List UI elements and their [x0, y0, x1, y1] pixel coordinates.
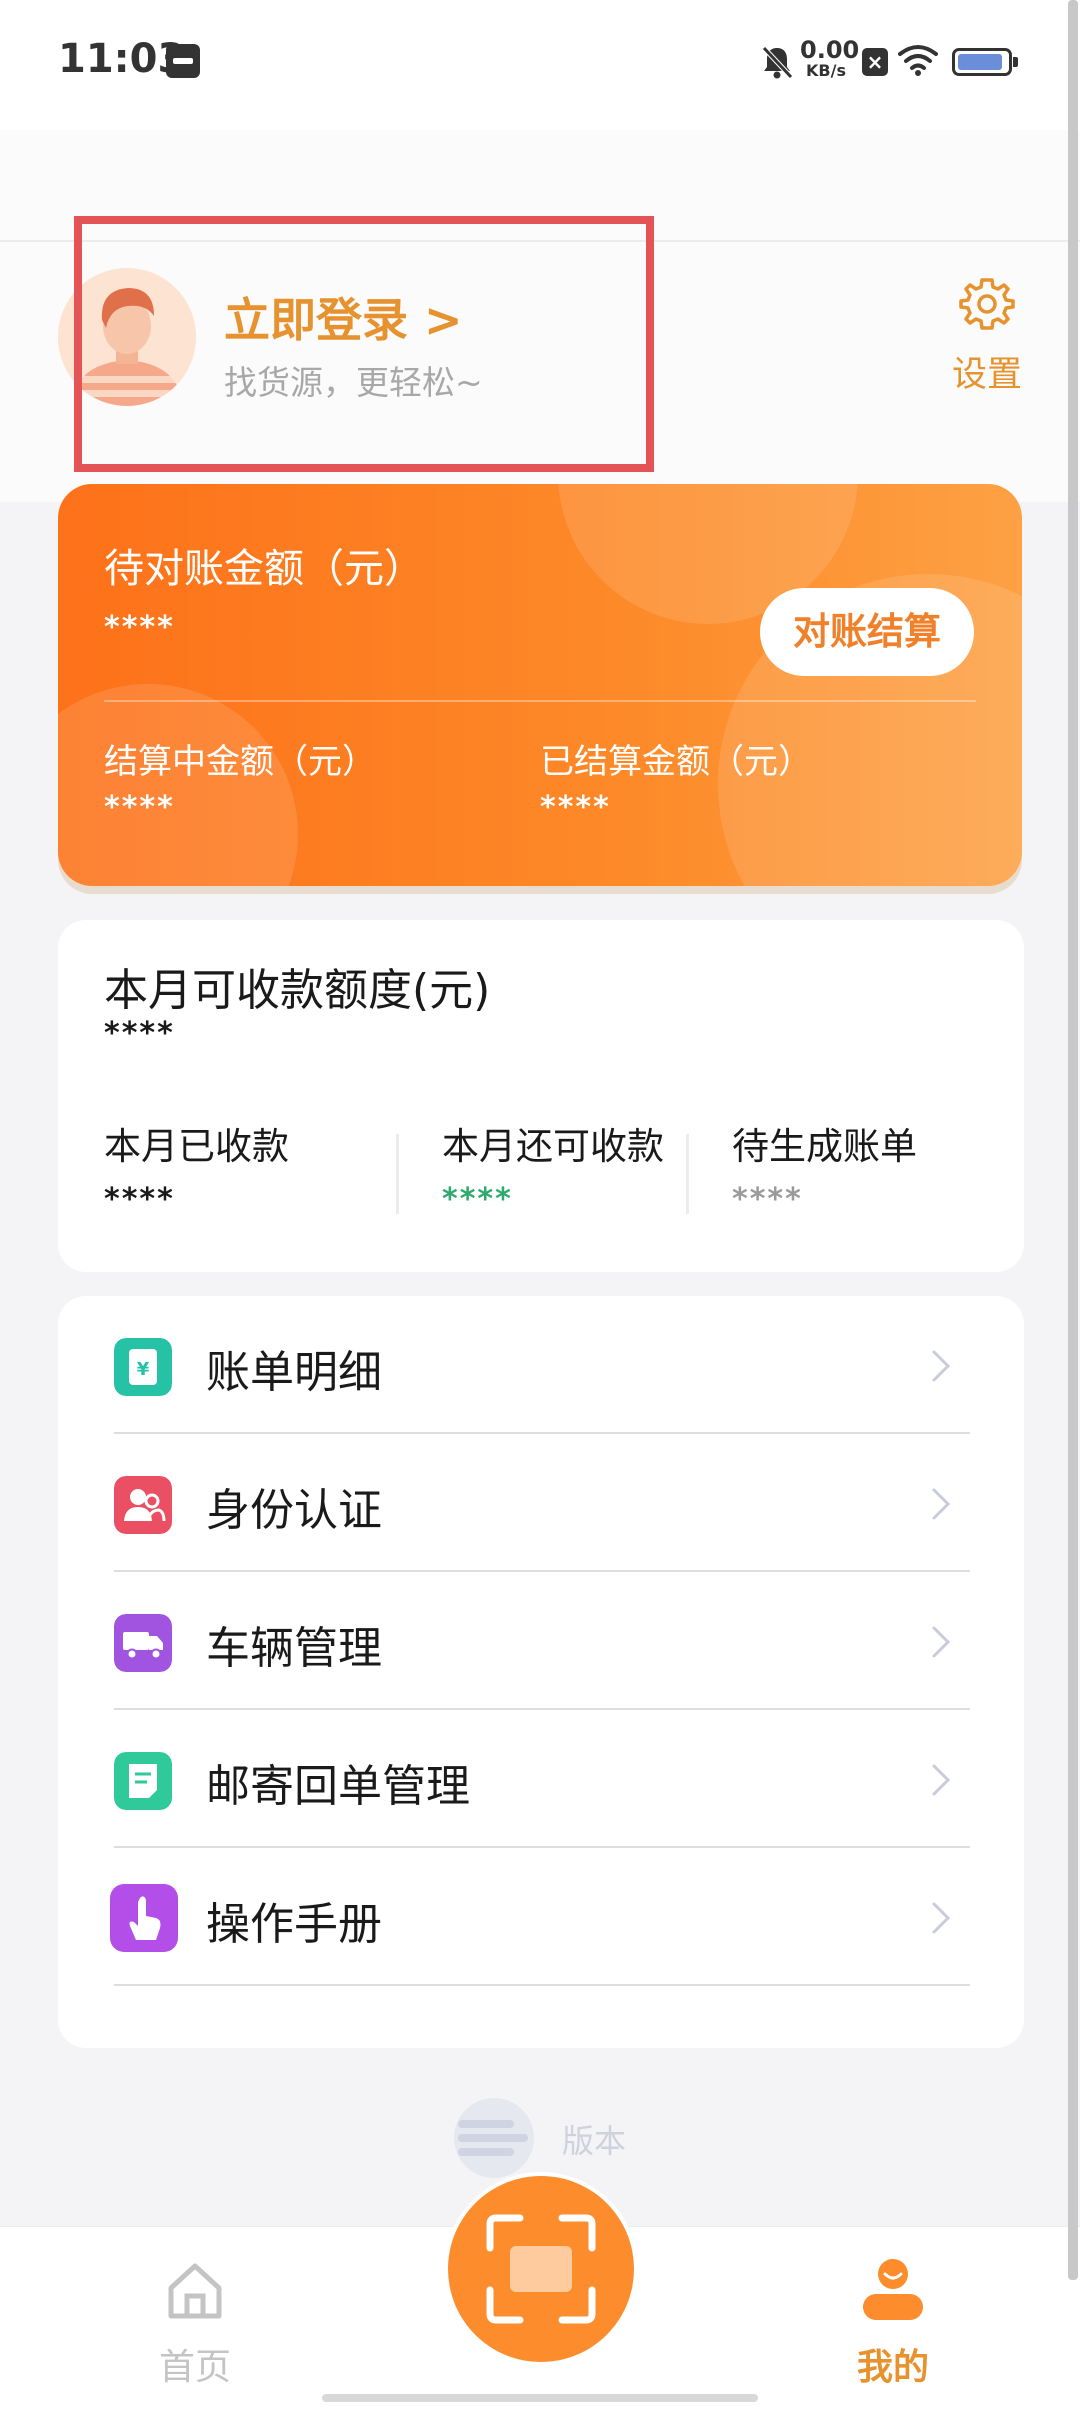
battery-icon — [952, 48, 1018, 76]
quota-value: **** — [104, 1016, 175, 1051]
user-icon — [863, 2259, 923, 2320]
receipt-icon — [114, 1752, 172, 1810]
nav-home[interactable]: 首页 — [140, 2250, 250, 2400]
quota-title: 本月可收款额度(元) — [104, 965, 491, 1016]
nav-home-label: 首页 — [158, 2347, 231, 2388]
network-speed-unit: KB/s — [806, 61, 846, 80]
home-icon — [168, 2263, 222, 2319]
wifi-icon — [898, 45, 938, 76]
stat-divider — [396, 1134, 399, 1214]
chevron-right-icon — [932, 1764, 951, 1796]
monthly-quota-card: 本月可收款额度(元) **** 本月已收款 **** 本月还可收款 **** 待… — [58, 920, 1024, 1272]
pending-amount-label: 待对账金额（元） — [104, 546, 424, 592]
chevron-right-icon — [932, 1626, 951, 1658]
home-indicator — [322, 2394, 758, 2402]
remaining-value: **** — [442, 1182, 513, 1217]
reconcile-button[interactable]: 对账结算 — [760, 588, 974, 676]
menu-label: 账单明细 — [206, 1347, 382, 1398]
scrollbar[interactable] — [1068, 0, 1078, 2280]
menu-label: 邮寄回单管理 — [206, 1761, 470, 1812]
settlement-card: 待对账金额（元） **** 对账结算 结算中金额（元） **** 已结算金额（元… — [58, 484, 1022, 886]
settling-amount-label: 结算中金额（元） — [104, 742, 376, 782]
menu-item-vehicle[interactable]: 车辆管理 — [114, 1572, 970, 1710]
nav-mine[interactable]: 我的 — [838, 2250, 948, 2400]
manual-icon — [110, 1884, 178, 1952]
version-label: 版本 — [562, 2122, 627, 2160]
settled-amount-value: **** — [540, 790, 611, 825]
nav-mine-label: 我的 — [856, 2347, 929, 2388]
settings-label: 设置 — [951, 355, 1022, 395]
stat-divider — [686, 1134, 689, 1214]
menu-card: ¥ 账单明细 身份认证 车辆管理 邮寄回单管理 操作手册 — [58, 1296, 1024, 2048]
menu-label: 身份认证 — [206, 1485, 382, 1536]
menu-item-mail-receipt[interactable]: 邮寄回单管理 — [114, 1710, 970, 1848]
pending-amount-value: **** — [104, 610, 175, 645]
settled-amount-label: 已结算金额（元） — [540, 742, 812, 782]
no-sim-icon: × — [862, 48, 888, 76]
network-speed-value: 0.00 — [800, 36, 860, 64]
pending-bill-label: 待生成账单 — [732, 1125, 917, 1168]
settling-amount-value: **** — [104, 790, 175, 825]
identity-icon — [114, 1476, 172, 1534]
card-divider — [104, 700, 976, 702]
menu-item-manual[interactable]: 操作手册 — [110, 1848, 970, 1986]
bell-muted-icon — [762, 46, 793, 79]
decor-bubble — [58, 684, 298, 886]
highlight-box — [74, 216, 654, 472]
chevron-right-icon — [932, 1488, 951, 1520]
received-value: **** — [104, 1182, 175, 1217]
svg-text:¥: ¥ — [137, 1359, 150, 1380]
pending-bill-value: **** — [732, 1182, 803, 1217]
scan-icon — [486, 2214, 596, 2324]
gear-icon — [959, 278, 1015, 330]
settings-button[interactable]: 设置 — [946, 272, 1028, 395]
received-label: 本月已收款 — [104, 1125, 289, 1168]
menu-label: 操作手册 — [206, 1899, 382, 1950]
network-speed: 0.00 KB/s — [800, 36, 860, 80]
app-logo-icon — [454, 2098, 534, 2178]
truck-icon — [114, 1614, 172, 1672]
chevron-right-icon — [932, 1902, 951, 1934]
menu-label: 车辆管理 — [206, 1623, 382, 1674]
notification-app-icon — [166, 44, 200, 78]
remaining-label: 本月还可收款 — [442, 1125, 664, 1168]
scan-button[interactable] — [448, 2176, 634, 2362]
bill-detail-icon: ¥ — [114, 1338, 172, 1396]
menu-item-identity[interactable]: 身份认证 — [114, 1434, 970, 1572]
menu-item-bill-detail[interactable]: ¥ 账单明细 — [114, 1296, 970, 1434]
chevron-right-icon — [932, 1350, 951, 1382]
